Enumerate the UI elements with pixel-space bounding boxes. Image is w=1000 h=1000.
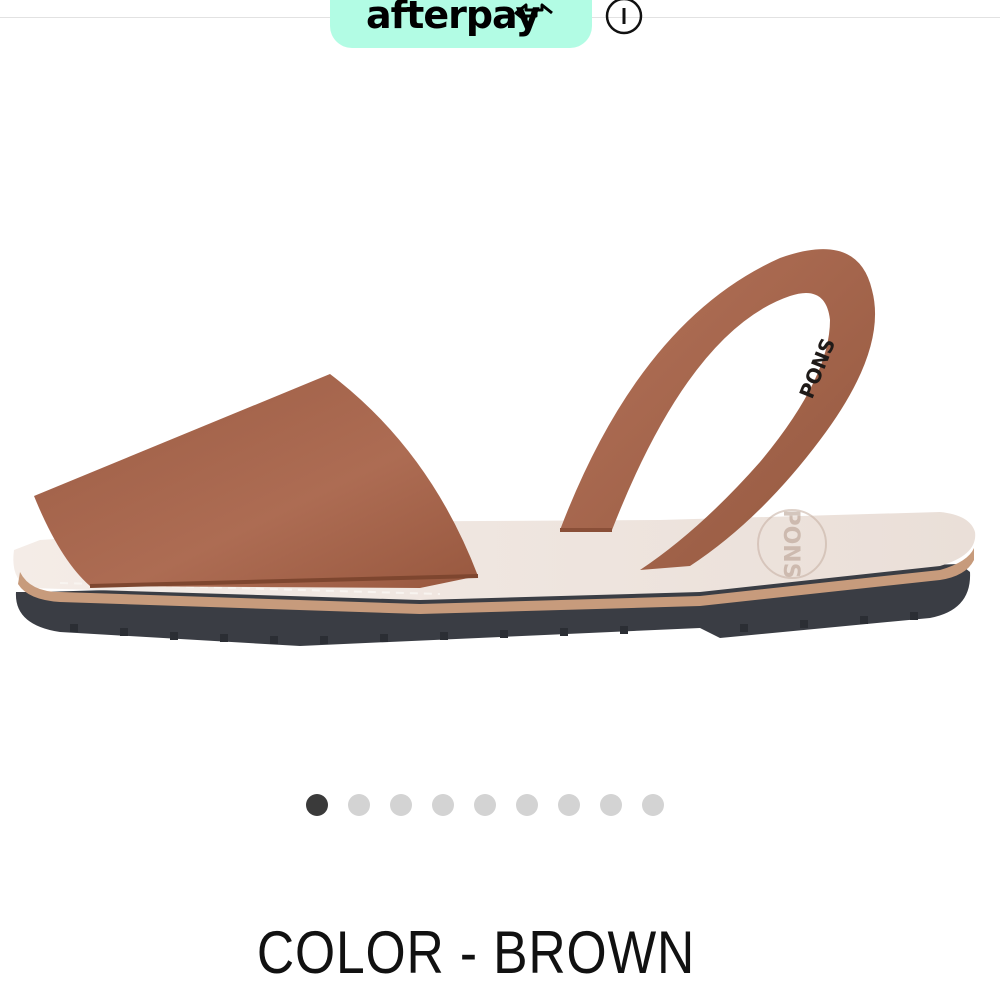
- afterpay-badge[interactable]: afterpay: [330, 0, 592, 48]
- afterpay-arrows-icon: [514, 3, 553, 23]
- carousel-dots: [306, 794, 664, 818]
- carousel-dot-4[interactable]: [432, 794, 454, 816]
- product-page: afterpay PONS PONS COLOR - BROWN: [0, 0, 1000, 1000]
- carousel-dot-6[interactable]: [516, 794, 538, 816]
- carousel-dot-7[interactable]: [558, 794, 580, 816]
- carousel-dot-2[interactable]: [348, 794, 370, 816]
- product-image-sandal[interactable]: PONS PONS: [0, 200, 1000, 670]
- carousel-dot-9[interactable]: [642, 794, 664, 816]
- carousel-dot-3[interactable]: [390, 794, 412, 816]
- svg-text:PONS: PONS: [778, 509, 803, 578]
- carousel-dot-5[interactable]: [474, 794, 496, 816]
- product-color-label: COLOR - BROWN: [256, 919, 696, 986]
- carousel-dot-1[interactable]: [306, 794, 328, 816]
- info-circle-icon[interactable]: [604, 0, 644, 36]
- carousel-dot-8[interactable]: [600, 794, 622, 816]
